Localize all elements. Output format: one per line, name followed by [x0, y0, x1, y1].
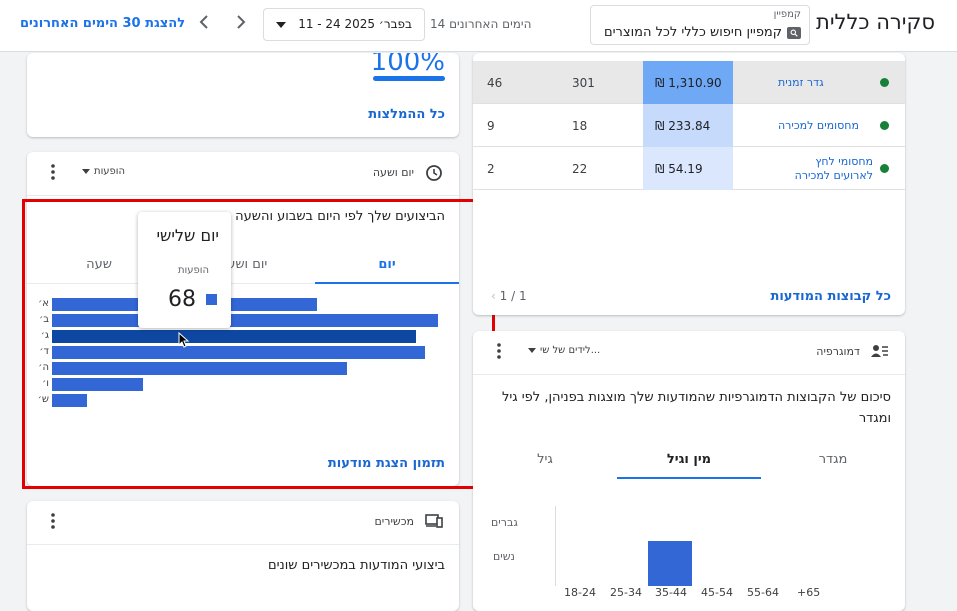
pagination: ‹ 1 / 1: [491, 289, 527, 303]
table-row[interactable]: גדר זמנית ₪ 1,310.90 301 46: [473, 61, 905, 104]
gender-label-men: גברים: [491, 516, 518, 529]
status-enabled-icon: [880, 164, 889, 173]
cost-cell: ₪ 233.84: [643, 104, 733, 147]
metric-dropdown[interactable]: הופעות: [82, 166, 125, 177]
ad-group-name[interactable]: מחסומים למכירה: [778, 104, 873, 147]
search-campaign-icon: [787, 26, 801, 39]
card-header: מכשירים: [27, 501, 459, 545]
page-indicator: 1 / 1: [499, 289, 527, 303]
tab-age[interactable]: גיל: [473, 441, 617, 479]
chevron-left-icon[interactable]: [197, 12, 211, 36]
dropdown-caret-icon: [276, 22, 286, 28]
cost-cell: ₪ 54.19: [643, 147, 733, 190]
demographics-card: דמוגרפיה לידים של שי... סיכום של הקבוצות…: [473, 331, 905, 611]
age-label: 55-64: [747, 586, 779, 599]
devices-card: מכשירים ביצועי המודעות במכשירים שונים: [27, 501, 459, 611]
devices-icon: [425, 513, 443, 533]
optimization-score-value: 100%: [370, 53, 445, 77]
all-recommendations-link[interactable]: כל ההמלצות: [368, 107, 445, 122]
more-options-icon[interactable]: [497, 343, 501, 363]
card-header-title: דמוגרפיה: [816, 345, 860, 358]
ad-group-name[interactable]: מחסומי לחץ לארועים למכירה: [778, 147, 873, 190]
all-ad-groups-link[interactable]: כל קבוצות המודעות: [770, 289, 891, 304]
tab-gender-and-age[interactable]: מין וגיל: [617, 441, 761, 479]
page-title: סקירה כללית: [816, 10, 935, 34]
show-last-30-days-link[interactable]: להצגת 30 הימים האחרונים: [20, 16, 185, 31]
optimization-score-bar: [373, 76, 445, 81]
age-label: 25-34: [610, 586, 642, 599]
more-options-icon[interactable]: [51, 513, 55, 533]
table-cell: 18: [572, 118, 588, 133]
optimization-score-card: 100% כל ההמלצות: [27, 53, 459, 137]
red-highlight-frame: [22, 199, 495, 489]
dropdown-caret-icon: [528, 348, 536, 353]
demographics-icon: [871, 343, 889, 362]
more-options-icon[interactable]: [51, 164, 55, 184]
dropdown-caret-icon: [82, 169, 90, 174]
campaign-value: קמפיין חיפוש כללי לכל המוצרים: [604, 25, 801, 40]
table-cell: 2: [487, 161, 495, 176]
tab-gender[interactable]: מגדר: [761, 441, 905, 479]
table-cell: 9: [487, 118, 495, 133]
date-range-selector[interactable]: 11 - 24 בפבר׳ 2025: [263, 8, 425, 41]
clock-schedule-icon: [425, 164, 443, 186]
devices-title: ביצועי המודעות במכשירים שונים: [267, 558, 445, 573]
status-enabled-icon: [880, 121, 889, 130]
campaign-caption: קמפיין: [773, 9, 801, 20]
table-row[interactable]: מחסומים למכירה ₪ 233.84 18 9: [473, 104, 905, 147]
date-range-value: 11 - 24 בפבר׳ 2025: [298, 17, 412, 31]
status-enabled-icon: [880, 78, 889, 87]
gender-label-women: נשים: [493, 550, 515, 563]
table-cell: 46: [487, 75, 503, 90]
demographic-bar: [648, 541, 692, 586]
demographics-tabs: מגדר מין וגיל גיל: [473, 441, 905, 479]
metric-dropdown[interactable]: לידים של שי...: [528, 345, 600, 356]
age-label: 45-54: [701, 586, 733, 599]
card-header-title: יום ושעה: [372, 166, 414, 179]
table-row[interactable]: מחסומי לחץ לארועים למכירה ₪ 54.19 22 2: [473, 147, 905, 190]
chart-axis-line: [555, 506, 556, 586]
card-header: דמוגרפיה לידים של שי...: [473, 331, 905, 375]
metric-dropdown-label: הופעות: [94, 166, 126, 177]
ad-group-name[interactable]: גדר זמנית: [778, 61, 873, 104]
card-header-title: מכשירים: [374, 515, 414, 528]
age-label: 35-44: [655, 586, 687, 599]
metric-dropdown-label: לידים של שי...: [540, 345, 601, 356]
campaign-selector[interactable]: קמפיין קמפיין חיפוש כללי לכל המוצרים: [590, 5, 810, 45]
chevron-right-icon[interactable]: [234, 12, 248, 36]
age-label: 18-24: [564, 586, 596, 599]
cost-cell: ₪ 1,310.90: [643, 61, 733, 104]
card-header: יום ושעה הופעות: [27, 152, 459, 196]
top-header: סקירה כללית קמפיין קמפיין חיפוש כללי לכל…: [0, 0, 957, 52]
range-caption: 14 הימים האחרונים: [430, 17, 532, 31]
campaign-name: קמפיין חיפוש כללי לכל המוצרים: [604, 25, 782, 40]
chevron-left-icon[interactable]: ‹: [491, 289, 496, 303]
table-cell: 22: [572, 161, 588, 176]
table-cell: 301: [572, 75, 595, 90]
ad-groups-card: גדר זמנית ₪ 1,310.90 301 46 מחסומים למכירה ₪ …: [473, 53, 905, 315]
age-label: +65: [797, 586, 821, 599]
demographics-title: סיכום של הקבוצות הדמוגרפיות שהמודעות שלך…: [501, 390, 891, 426]
